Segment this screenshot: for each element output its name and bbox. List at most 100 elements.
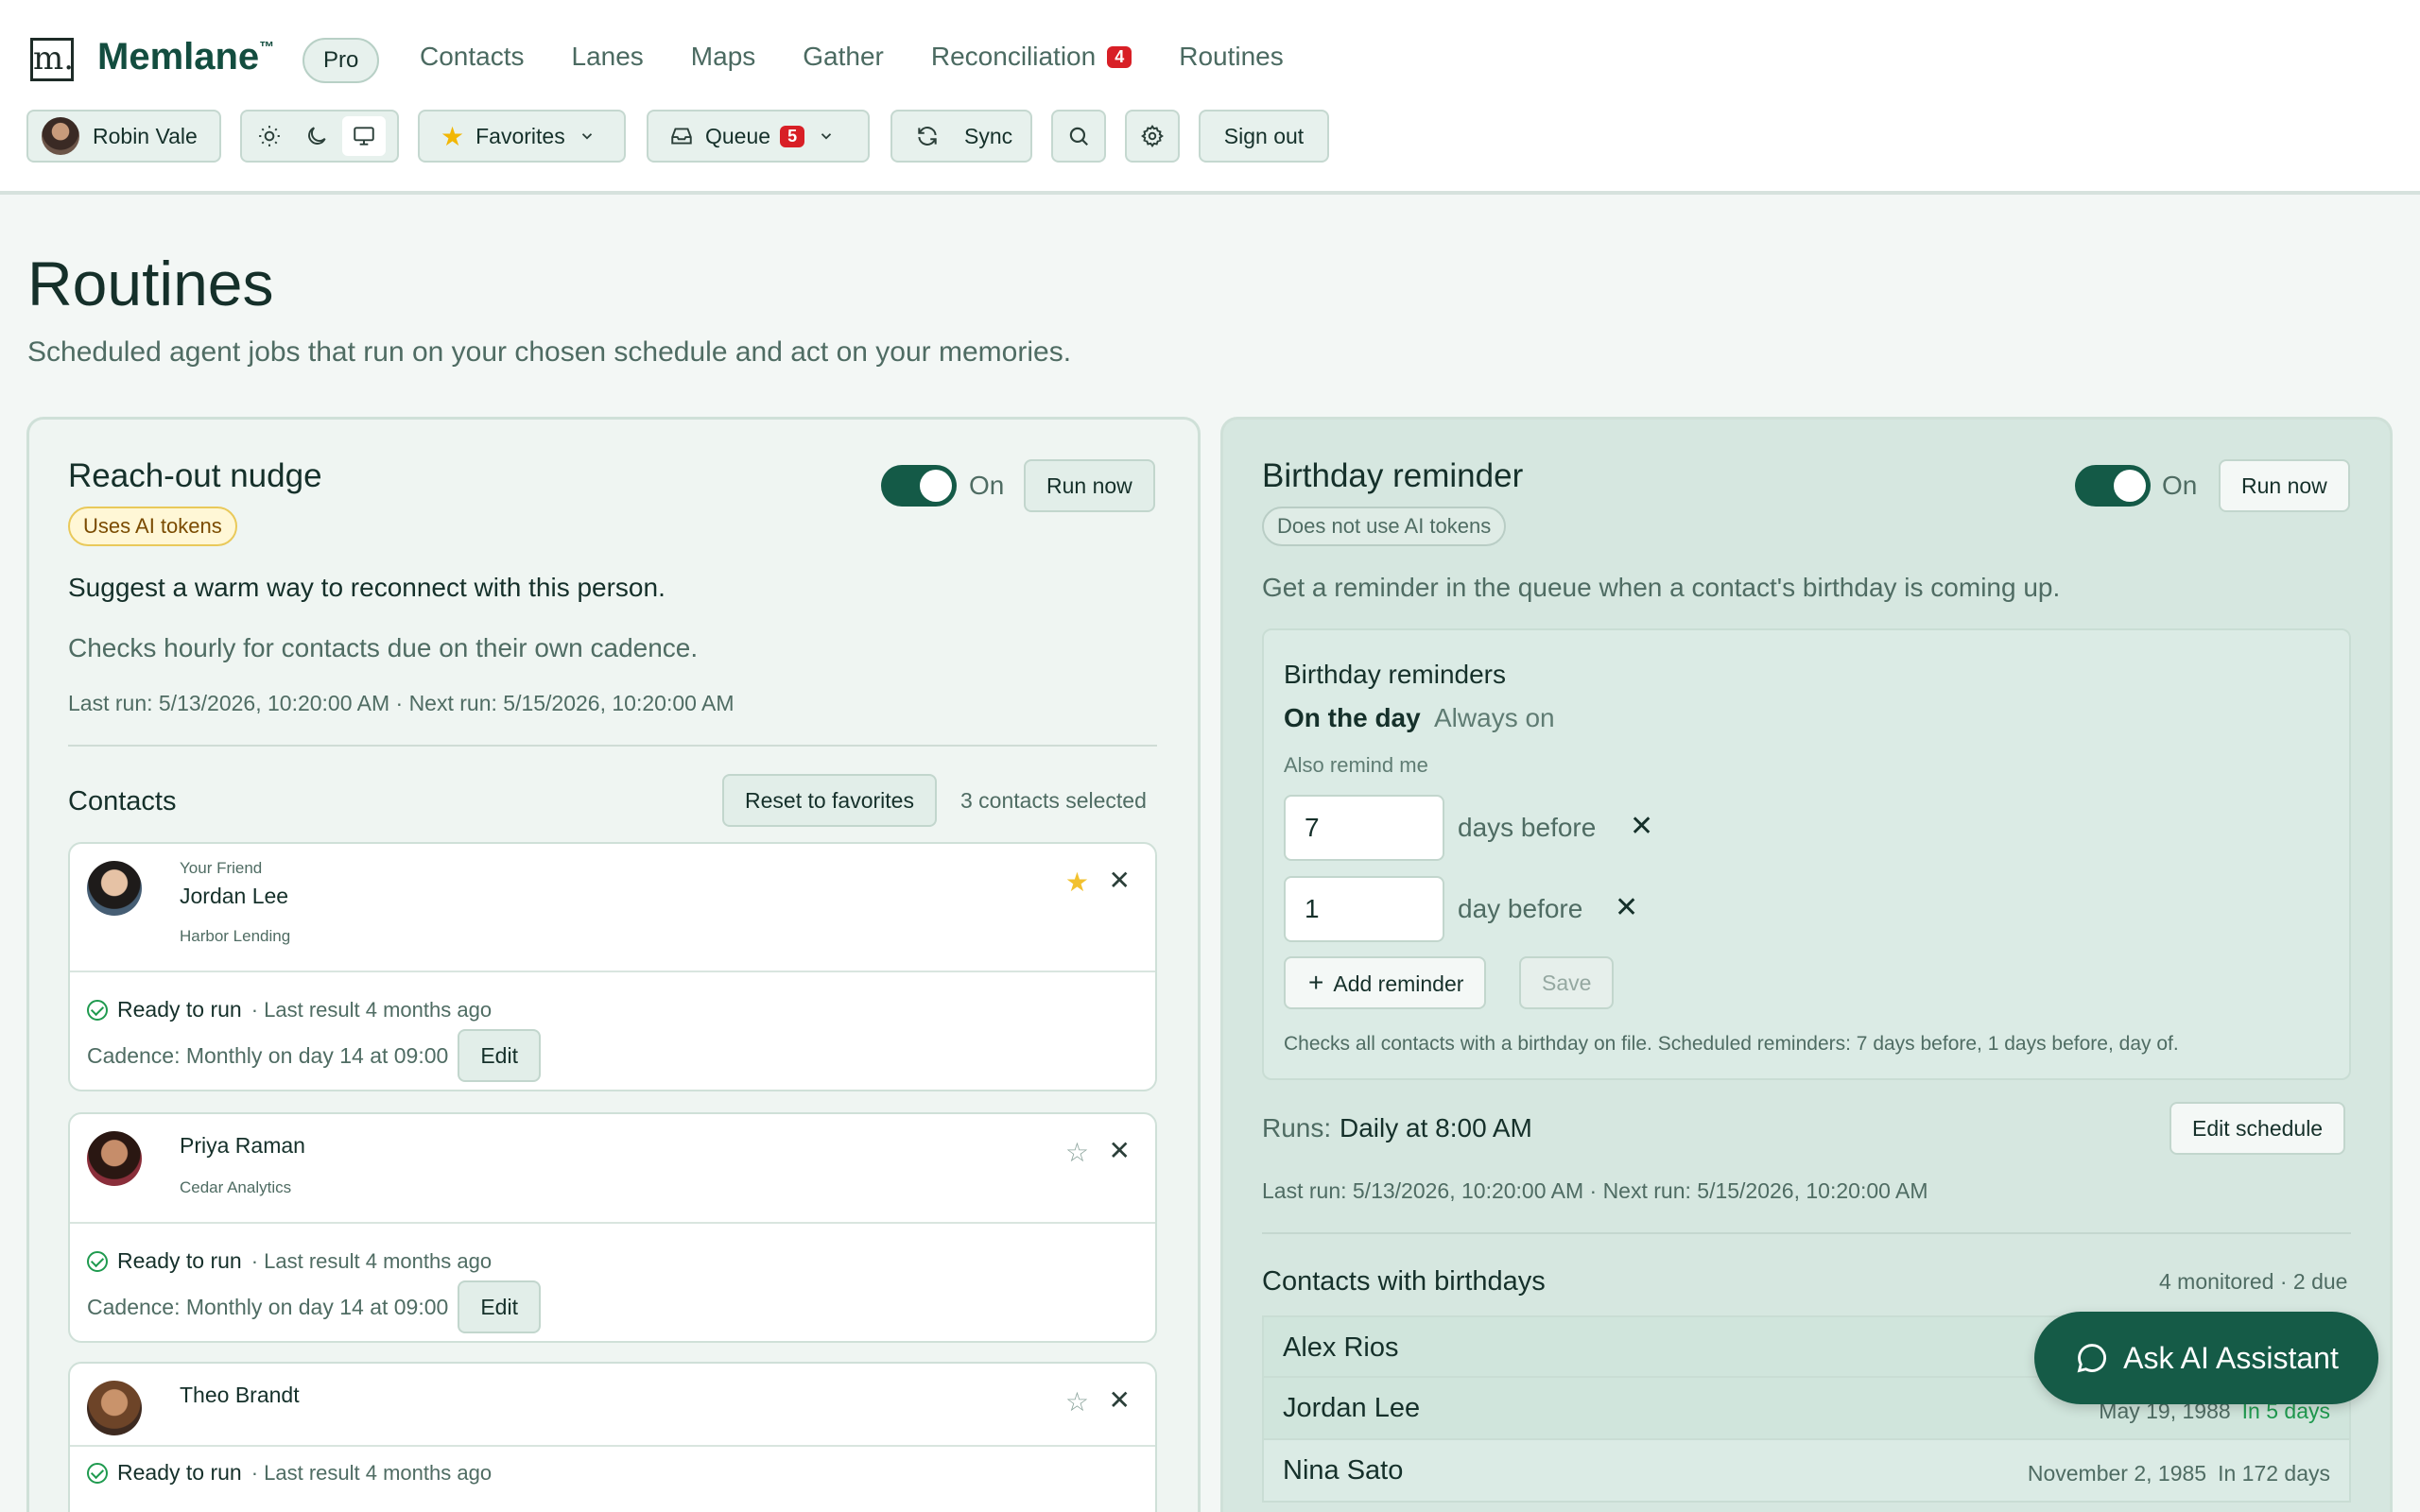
edit-cadence-button[interactable]: Edit xyxy=(458,1029,541,1082)
contact-company: Harbor Lending xyxy=(180,927,291,945)
divider xyxy=(1262,1232,2351,1234)
birthday-toggle[interactable] xyxy=(2075,465,2151,507)
sign-out-button[interactable]: Sign out xyxy=(1199,110,1329,163)
theme-light-button[interactable] xyxy=(248,116,291,156)
contact-status: Ready to run xyxy=(117,997,242,1022)
sync-button[interactable]: Sync xyxy=(890,110,1032,163)
remove-reminder-close-icon[interactable]: ✕ xyxy=(1630,810,1653,843)
edit-cadence-button[interactable]: Edit xyxy=(458,1280,541,1333)
contacts-heading: Contacts xyxy=(68,786,177,816)
birthday-contact-name: Jordan Lee xyxy=(1283,1393,1421,1423)
reminder-days-input[interactable] xyxy=(1284,795,1444,861)
search-button[interactable] xyxy=(1051,110,1106,163)
remove-contact-close-icon[interactable]: ✕ xyxy=(1109,1135,1131,1166)
birthday-date: November 2, 1985 xyxy=(2027,1461,2207,1486)
logo-icon[interactable]: m. xyxy=(30,38,74,81)
app-header: m. Memlane™ Pro Contacts Lanes Maps Gath… xyxy=(0,0,2420,195)
chevron-down-icon xyxy=(581,133,592,140)
reach-out-toggle-label: On xyxy=(969,471,1005,500)
search-icon xyxy=(1069,127,1088,146)
nav-gather[interactable]: Gather xyxy=(803,42,884,72)
inbox-icon xyxy=(671,128,692,145)
birthday-row[interactable]: Nina Sato November 2, 1985 In 172 days xyxy=(1262,1440,2351,1503)
birthday-run-now-button[interactable]: Run now xyxy=(2219,459,2350,512)
plan-badge: Pro xyxy=(302,38,380,83)
user-menu-button[interactable]: Robin Vale xyxy=(26,110,221,163)
user-name: Robin Vale xyxy=(93,123,198,148)
contact-card: Your Friend Jordan Lee Harbor Lending ★ … xyxy=(68,842,1157,1091)
contact-last-result: · Last result 4 months ago xyxy=(251,1460,493,1485)
reach-out-check-info: Checks hourly for contacts due on their … xyxy=(68,633,699,662)
ask-ai-assistant-button[interactable]: Ask AI Assistant xyxy=(2034,1312,2378,1404)
contacts-selected-count: 3 contacts selected xyxy=(960,788,1147,813)
nav-reconciliation[interactable]: Reconciliation 4 xyxy=(931,42,1132,72)
nav-routines[interactable]: Routines xyxy=(1179,42,1284,72)
reach-out-toggle[interactable] xyxy=(881,465,957,507)
reminders-box-title: Birthday reminders xyxy=(1284,660,1506,689)
contact-name[interactable]: Priya Raman xyxy=(180,1133,305,1159)
sun-icon xyxy=(259,126,280,146)
contact-card: Priya Raman Cedar Analytics ☆ ✕ Ready to… xyxy=(68,1112,1157,1343)
nav-maps[interactable]: Maps xyxy=(691,42,755,72)
check-circle-icon xyxy=(87,1462,108,1484)
user-avatar xyxy=(42,117,79,155)
brand-name[interactable]: Memlane™ xyxy=(97,36,274,78)
birthdays-list-heading: Contacts with birthdays xyxy=(1262,1266,1546,1297)
contact-status: Ready to run xyxy=(117,1460,242,1485)
divider xyxy=(68,745,1157,747)
favorite-star-outline-icon[interactable]: ☆ xyxy=(1065,1137,1089,1168)
birthday-title: Birthday reminder xyxy=(1262,457,1524,494)
reminder-days-input[interactable] xyxy=(1284,876,1444,942)
favorites-dropdown[interactable]: ★ Favorites xyxy=(418,110,626,163)
reminder-unit: day before xyxy=(1458,894,1583,923)
contact-cadence: Cadence: Monthly on day 14 at 09:00 xyxy=(87,1042,449,1068)
reach-out-description: Suggest a warm way to reconnect with thi… xyxy=(68,573,666,602)
page-subtitle: Scheduled agent jobs that run on your ch… xyxy=(27,336,1072,368)
remove-contact-close-icon[interactable]: ✕ xyxy=(1109,865,1131,896)
contact-avatar xyxy=(87,861,142,916)
always-on-label: Always on xyxy=(1434,703,1555,732)
queue-dropdown[interactable]: Queue 5 xyxy=(647,110,870,163)
nav-lanes[interactable]: Lanes xyxy=(572,42,644,72)
check-circle-icon xyxy=(87,999,108,1021)
remove-contact-close-icon[interactable]: ✕ xyxy=(1109,1384,1131,1416)
birthday-description: Get a reminder in the queue when a conta… xyxy=(1262,573,2061,602)
birthday-run-info: Last run: 5/13/2026, 10:20:00 AM · Next … xyxy=(1262,1178,1928,1203)
theme-dark-button[interactable] xyxy=(295,116,338,156)
favorite-star-outline-icon[interactable]: ☆ xyxy=(1065,1386,1089,1418)
reach-out-title: Reach-out nudge xyxy=(68,457,322,494)
chevron-down-icon xyxy=(821,133,832,140)
theme-system-button[interactable] xyxy=(342,116,386,156)
birthday-contact-name: Alex Rios xyxy=(1283,1332,1399,1363)
reset-to-favorites-button[interactable]: Reset to favorites xyxy=(722,774,937,827)
gear-icon xyxy=(1141,125,1164,147)
birthday-contact-name: Nina Sato xyxy=(1283,1455,1404,1486)
runs-label: Runs: xyxy=(1262,1113,1332,1143)
contact-name[interactable]: Theo Brandt xyxy=(180,1383,300,1408)
reach-out-run-now-button[interactable]: Run now xyxy=(1024,459,1155,512)
birthday-toggle-label: On xyxy=(2162,471,2198,500)
contact-status: Ready to run xyxy=(117,1248,242,1273)
nav-contacts[interactable]: Contacts xyxy=(420,42,525,72)
theme-switcher xyxy=(240,110,399,163)
favorite-star-filled-icon[interactable]: ★ xyxy=(1065,867,1089,898)
contact-avatar xyxy=(87,1131,142,1186)
uses-ai-tokens-badge: Uses AI tokens xyxy=(68,507,237,546)
chat-bubble-icon xyxy=(2077,1344,2107,1373)
contact-cadence: Cadence: Monthly on day 14 at 09:00 xyxy=(87,1294,449,1319)
remove-reminder-close-icon[interactable]: ✕ xyxy=(1615,891,1638,924)
edit-schedule-button[interactable]: Edit schedule xyxy=(2169,1102,2346,1155)
add-reminder-button[interactable]: + Add reminder xyxy=(1284,956,1487,1009)
contact-company: Cedar Analytics xyxy=(180,1178,292,1196)
page-title: Routines xyxy=(27,249,274,318)
birthday-countdown: In 172 days xyxy=(2218,1461,2330,1486)
also-remind-label: Also remind me xyxy=(1284,753,1428,777)
moon-icon xyxy=(308,127,326,145)
no-ai-tokens-badge: Does not use AI tokens xyxy=(1262,507,1507,546)
contact-last-result: · Last result 4 months ago xyxy=(251,997,493,1022)
contact-name[interactable]: Jordan Lee xyxy=(180,884,288,909)
settings-button[interactable] xyxy=(1125,110,1180,163)
contact-card: Theo Brandt ☆ ✕ Ready to run · Last resu… xyxy=(68,1362,1157,1512)
save-reminders-button[interactable]: Save xyxy=(1519,956,1615,1009)
runs-value: Daily at 8:00 AM xyxy=(1340,1113,1532,1143)
